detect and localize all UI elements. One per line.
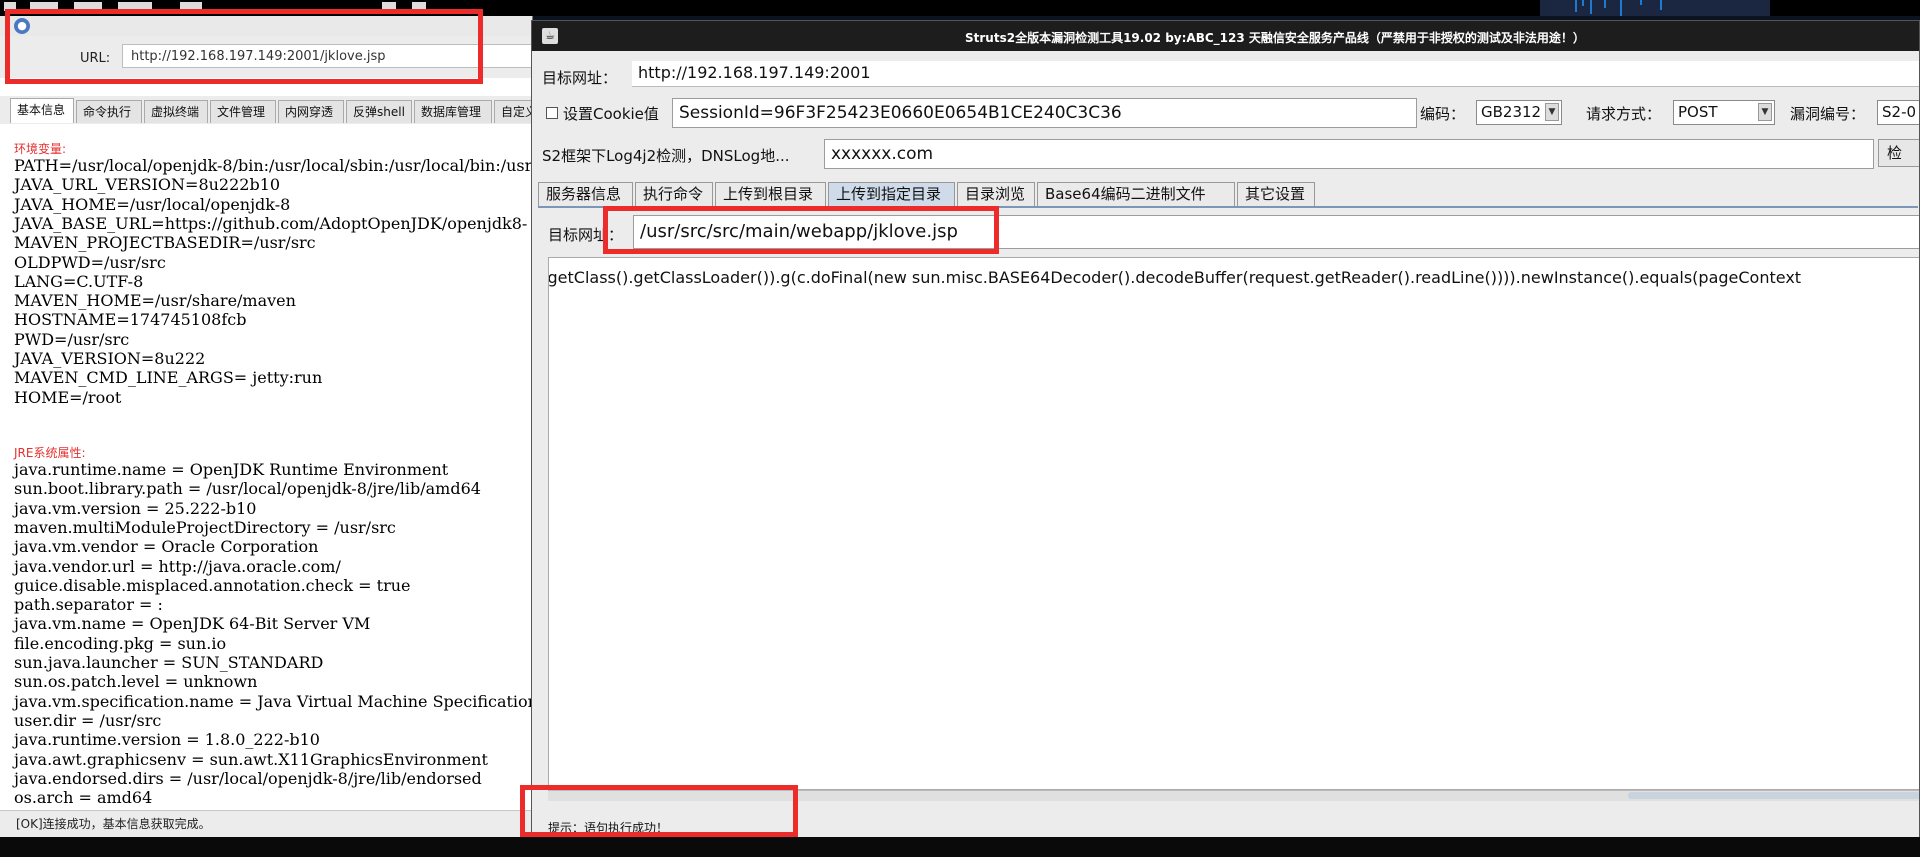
right-window-titlebar: ☕ Struts2全版本漏洞检测工具19.02 by:ABC_123 天融信安全… <box>532 21 1919 51</box>
method-label: 请求方式： <box>1586 105 1662 123</box>
dnslog-label: S2框架下Log4j2检测，DNSLog地... <box>542 147 790 165</box>
vuln-id-label: 漏洞编号： <box>1790 105 1866 123</box>
tab-virtual-terminal[interactable]: 虚拟终端 <box>144 100 208 123</box>
annotation-box-upload-path <box>603 206 999 254</box>
info-line: maven.multiModuleProjectDirectory = /usr… <box>14 517 396 537</box>
left-status-bar: [OK]连接成功，基本信息获取完成。 <box>0 810 532 837</box>
vuln-id-select[interactable]: S2-0 <box>1877 100 1919 125</box>
info-line: sun.os.patch.level = unknown <box>14 672 258 692</box>
jre-heading: JRE系统属性: <box>14 446 86 460</box>
tab-file-manager[interactable]: 文件管理 <box>210 100 276 123</box>
window-title: Struts2全版本漏洞检测工具19.02 by:ABC_123 天融信安全服务… <box>965 31 1585 45</box>
info-line: java.vm.version = 25.222-b10 <box>14 498 257 518</box>
info-line: os.arch = amd64 <box>14 788 153 808</box>
cookie-checkbox[interactable] <box>546 107 558 119</box>
encoding-value: GB2312 <box>1481 103 1542 121</box>
webshell-manager-window: ● URL: http://192.168.197.149:2001/jklov… <box>0 16 533 837</box>
info-line: java.awt.graphicsenv = sun.awt.X11Graphi… <box>14 749 488 769</box>
tab-intranet-tunnel[interactable]: 内网穿透 <box>278 100 344 123</box>
annotation-box-url <box>5 9 483 84</box>
info-line: java.vm.specification.name = Java Virtua… <box>14 691 532 711</box>
cpu-graph-bar <box>1660 0 1662 10</box>
info-line: guice.disable.misplaced.annotation.check… <box>14 575 411 595</box>
struts2-tool-window: ☕ Struts2全版本漏洞检测工具19.02 by:ABC_123 天融信安全… <box>531 20 1920 843</box>
payload-text: =.getClass().getClassLoader()).g(c.doFin… <box>548 268 1802 287</box>
tab-other-settings[interactable]: 其它设置 <box>1237 182 1315 206</box>
target-url-input[interactable]: http://192.168.197.149:2001 <box>632 61 1919 87</box>
info-line: LANG=C.UTF-8 <box>14 271 144 291</box>
info-line: HOME=/root <box>14 387 122 407</box>
tab-upload-specified-dir[interactable]: 上传到指定目录 <box>828 182 955 206</box>
info-line: MAVEN_PROJECTBASEDIR=/usr/src <box>14 233 316 253</box>
tab-basic-info[interactable]: 基本信息 <box>10 98 74 123</box>
cookie-label: 设置Cookie值 <box>563 105 659 123</box>
encoding-label: 编码： <box>1420 105 1466 123</box>
tab-upload-root[interactable]: 上传到根目录 <box>715 182 826 206</box>
dnslog-input[interactable]: xxxxxx.com <box>824 139 1874 169</box>
cpu-graph-bar <box>1620 0 1622 16</box>
chevron-down-icon: ▼ <box>1545 103 1559 121</box>
info-line: PATH=/usr/local/openjdk-8/bin:/usr/local… <box>14 156 532 175</box>
java-app-icon: ☕ <box>542 28 558 44</box>
basic-info-panel: 环境变量: PATH=/usr/local/openjdk-8/bin:/usr… <box>0 124 532 810</box>
info-line: JAVA_BASE_URL=https://github.com/AdoptOp… <box>14 213 528 233</box>
env-heading: 环境变量: <box>14 142 67 156</box>
tab-base64-binary[interactable]: Base64编码二进制文件 <box>1037 182 1235 206</box>
payload-textarea[interactable]: =.getClass().getClassLoader()).g(c.doFin… <box>548 257 1919 790</box>
info-line: java.endorsed.dirs = /usr/local/openjdk-… <box>14 768 482 788</box>
left-tab-bar: 基本信息 命令执行 虚拟终端 文件管理 内网穿透 反弹shell 数据库管理 自… <box>0 96 532 125</box>
cpu-graph-bar <box>1582 0 1584 6</box>
info-line: path.separator = : <box>14 595 163 615</box>
info-line: HOSTNAME=174745108fcb <box>14 310 247 330</box>
info-line: sun.boot.library.path = /usr/local/openj… <box>14 479 481 499</box>
info-line: java.runtime.version = 1.8.0_222-b10 <box>14 730 320 750</box>
cpu-graph-bar <box>1640 0 1642 5</box>
info-line: JAVA_VERSION=8u222 <box>14 349 206 368</box>
tab-server-info[interactable]: 服务器信息 <box>538 182 633 206</box>
info-line: java.vm.vendor = Oracle Corporation <box>14 537 319 557</box>
info-line: OLDPWD=/usr/src <box>14 252 166 272</box>
info-line: java.runtime.name = OpenJDK Runtime Envi… <box>14 460 449 479</box>
info-line: MAVEN_HOME=/usr/share/maven <box>14 291 296 311</box>
cpu-graph-bar <box>1590 0 1592 14</box>
info-line: file.encoding.pkg = sun.io <box>14 633 227 653</box>
info-line: JAVA_URL_VERSION=8u222b10 <box>14 175 281 195</box>
scrollbar-thumb[interactable] <box>1628 792 1919 799</box>
method-select[interactable]: POST ▼ <box>1673 100 1775 125</box>
tab-database-manager[interactable]: 数据库管理 <box>414 100 492 123</box>
tab-directory-browse[interactable]: 目录浏览 <box>957 182 1035 206</box>
annotation-box-status <box>520 785 798 837</box>
right-tab-bar: 服务器信息 执行命令 上传到根目录 上传到指定目录 目录浏览 Base64编码二… <box>538 182 1918 208</box>
tab-command-exec[interactable]: 命令执行 <box>76 100 142 123</box>
check-button[interactable]: 检 <box>1878 139 1919 167</box>
cpu-graph-bar <box>1604 0 1606 8</box>
encoding-select[interactable]: GB2312 ▼ <box>1476 100 1562 125</box>
tab-execute-command[interactable]: 执行命令 <box>635 182 713 206</box>
tab-reverse-shell[interactable]: 反弹shell <box>346 100 412 123</box>
tab-custom[interactable]: 自定义 <box>494 100 532 123</box>
target-url-label: 目标网址： <box>542 69 618 87</box>
info-line: sun.java.launcher = SUN_STANDARD <box>14 653 324 672</box>
cpu-graph-bar <box>1575 0 1577 12</box>
desktop-bottom-strip <box>0 837 1920 857</box>
info-line: PWD=/usr/src <box>14 329 130 349</box>
vuln-id-value: S2-0 <box>1882 103 1917 121</box>
method-value: POST <box>1678 103 1718 121</box>
info-line: MAVEN_CMD_LINE_ARGS= jetty:run <box>14 368 323 388</box>
info-line: java.vendor.url = http://java.oracle.com… <box>14 556 341 576</box>
cookie-input[interactable]: SessionId=96F3F25423E0660E0654B1CE240C3C… <box>672 98 1417 128</box>
info-line: user.dir = /usr/src <box>14 710 162 730</box>
info-line: java.vm.name = OpenJDK 64-Bit Server VM <box>14 614 371 634</box>
info-line: JAVA_HOME=/usr/local/openjdk-8 <box>14 194 291 214</box>
chevron-down-icon: ▼ <box>1758 103 1772 121</box>
